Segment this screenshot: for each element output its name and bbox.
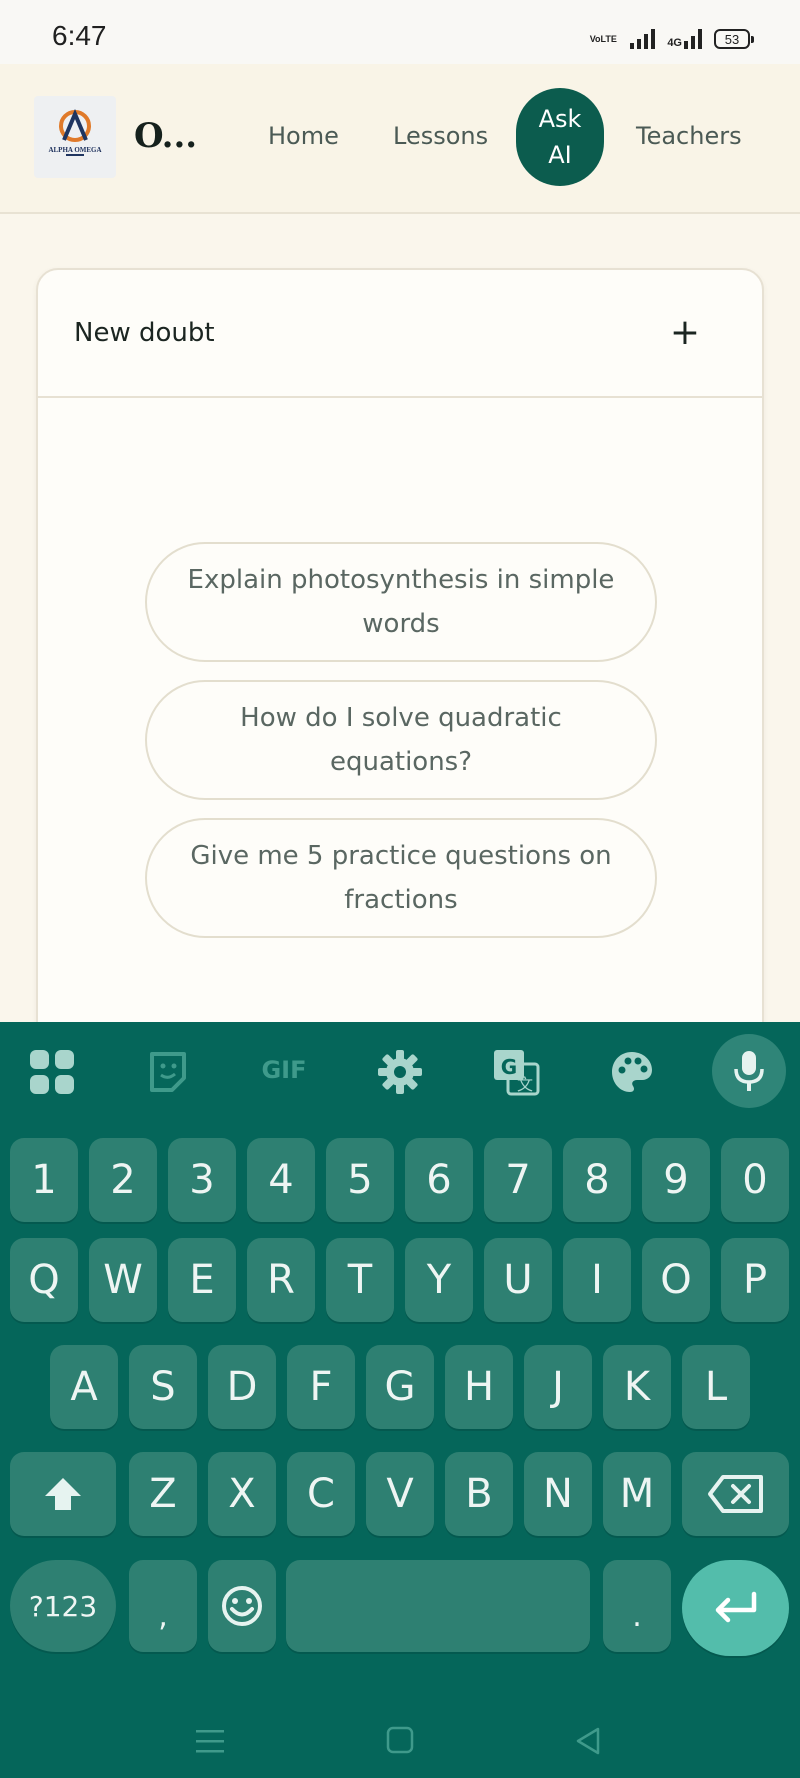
key-g[interactable]: G [366,1345,434,1429]
key-x[interactable]: X [208,1452,276,1536]
status-icons: VoLTE 4G 53 [588,26,754,52]
recent-apps-menu-icon[interactable] [196,1728,224,1754]
key-0[interactable]: 0 [721,1138,789,1222]
system-navigation-bar [0,1708,800,1778]
key-m[interactable]: M [603,1452,671,1536]
key-l[interactable]: L [682,1345,750,1429]
key-f[interactable]: F [287,1345,355,1429]
new-doubt-header[interactable]: New doubt + [38,270,762,398]
emoji-key[interactable] [208,1560,276,1652]
settings-gear-icon[interactable] [376,1048,424,1096]
key-a[interactable]: A [50,1345,118,1429]
keyboard-toolbar: GIF G 文 [0,1022,800,1122]
nav-lessons[interactable]: Lessons [393,122,488,150]
space-key[interactable] [286,1560,590,1652]
home-square-icon[interactable] [386,1726,414,1754]
key-b[interactable]: B [445,1452,513,1536]
voice-input-button[interactable] [712,1034,786,1108]
key-t[interactable]: T [326,1238,394,1322]
key-i[interactable]: I [563,1238,631,1322]
key-2[interactable]: 2 [89,1138,157,1222]
status-bar: 6:47 VoLTE 4G 53 [0,0,800,64]
back-triangle-icon[interactable] [574,1726,602,1756]
microphone-icon [734,1051,764,1091]
key-7[interactable]: 7 [484,1138,552,1222]
suggestion-chip[interactable]: Give me 5 practice questions on fraction… [145,818,657,938]
key-9[interactable]: 9 [642,1138,710,1222]
new-doubt-title: New doubt [74,318,215,348]
key-s[interactable]: S [129,1345,197,1429]
network-type-label: 4G [667,37,682,49]
key-v[interactable]: V [366,1452,434,1536]
key-j[interactable]: J [524,1345,592,1429]
key-p[interactable]: P [721,1238,789,1322]
emoji-smiley-icon [222,1586,262,1626]
volte-icon: VoLTE [589,34,617,44]
key-5[interactable]: 5 [326,1138,394,1222]
key-h[interactable]: H [445,1345,513,1429]
key-1[interactable]: 1 [10,1138,78,1222]
chat-card: New doubt + Explain photosynthesis in si… [36,268,764,1048]
period-key[interactable]: . [603,1560,671,1652]
svg-text:文: 文 [517,1075,533,1094]
backspace-key[interactable] [682,1452,789,1536]
new-doubt-plus-icon[interactable]: + [670,315,700,351]
key-r[interactable]: R [247,1238,315,1322]
svg-text:G: G [501,1055,517,1079]
apps-grid-icon[interactable] [28,1048,76,1096]
key-y[interactable]: Y [405,1238,473,1322]
brand-name[interactable]: O... [134,116,197,156]
key-d[interactable]: D [208,1345,276,1429]
shift-key[interactable] [10,1452,116,1536]
key-z[interactable]: Z [129,1452,197,1536]
enter-key[interactable] [682,1560,789,1656]
brand-logo[interactable]: ALPHA OMEGA [34,96,116,178]
status-time: 6:47 [52,20,107,51]
soft-keyboard: GIF G 文 1 2 3 4 5 6 7 8 9 0 Q W E R T Y … [0,1022,800,1778]
logo-text: ALPHA OMEGA [48,146,102,154]
key-c[interactable]: C [287,1452,355,1536]
nav-teachers[interactable]: Teachers [636,122,742,150]
key-6[interactable]: 6 [405,1138,473,1222]
key-4[interactable]: 4 [247,1138,315,1222]
gif-icon[interactable]: GIF [256,1056,312,1104]
key-q[interactable]: Q [10,1238,78,1322]
key-k[interactable]: K [603,1345,671,1429]
backspace-icon [707,1475,763,1513]
signal-strength-icon [630,29,656,49]
battery-icon: 53 [714,29,754,49]
key-u[interactable]: U [484,1238,552,1322]
key-e[interactable]: E [168,1238,236,1322]
sticker-icon[interactable] [144,1048,192,1096]
mobile-data-signal-icon: 4G [667,29,702,49]
key-o[interactable]: O [642,1238,710,1322]
suggestion-chip[interactable]: How do I solve quadratic equations? [145,680,657,800]
suggestion-chip[interactable]: Explain photosynthesis in simple words [145,542,657,662]
nav-ask-ai[interactable]: Ask AI [516,88,604,186]
shift-arrow-icon [45,1478,81,1510]
theme-palette-icon[interactable] [608,1048,656,1096]
enter-return-icon [715,1591,756,1623]
key-n[interactable]: N [524,1452,592,1536]
app-header: ALPHA OMEGA O... Home Lessons Ask AI Tea… [0,64,800,214]
comma-key[interactable]: , [129,1560,197,1652]
nav-home[interactable]: Home [268,122,339,150]
key-8[interactable]: 8 [563,1138,631,1222]
alpha-omega-logo-icon [59,108,91,156]
symbols-key[interactable]: ?123 [10,1560,116,1652]
key-w[interactable]: W [89,1238,157,1322]
key-3[interactable]: 3 [168,1138,236,1222]
translate-icon[interactable]: G 文 [492,1048,540,1096]
